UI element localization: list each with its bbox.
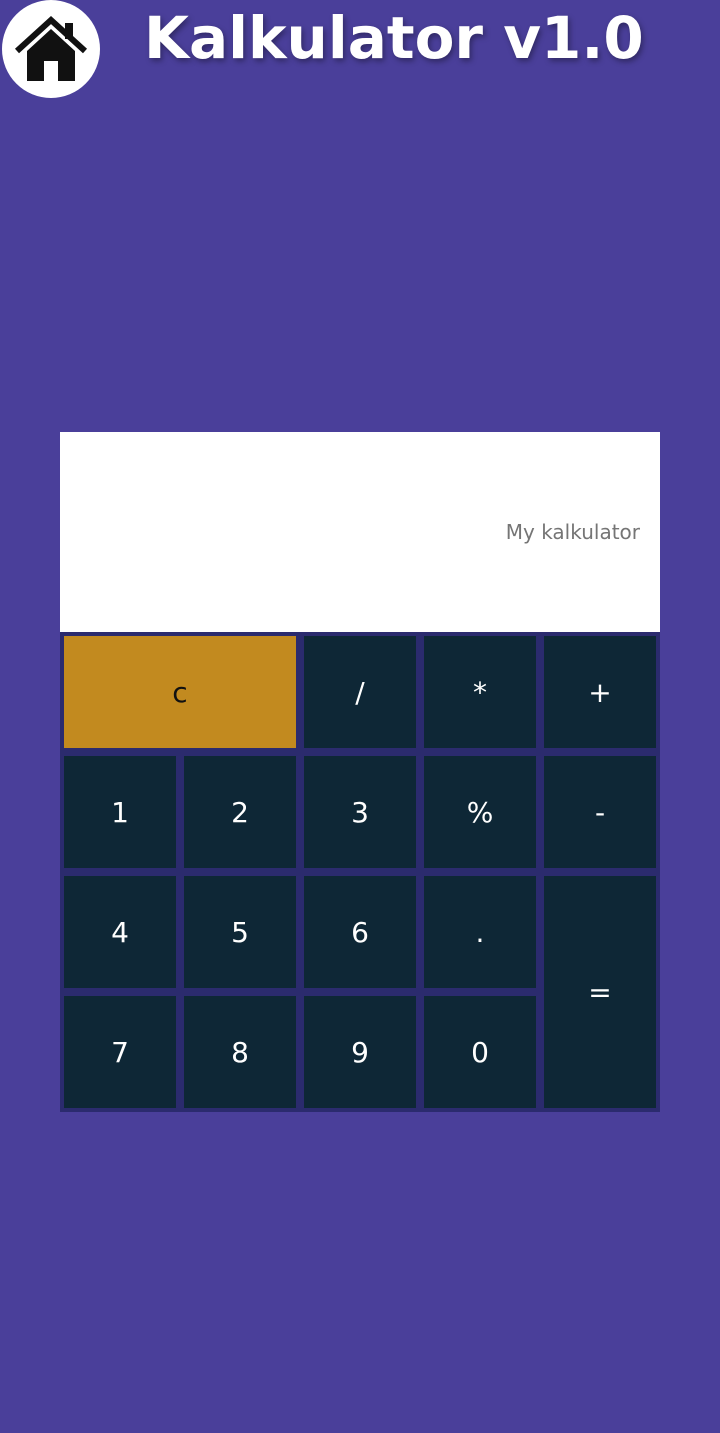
digit-0-button[interactable]: 0 — [424, 996, 536, 1108]
keypad: c / * + 1 2 3 % - 4 5 6 . = 7 8 9 0 — [60, 632, 660, 1112]
calculator-display: My kalkulator — [60, 432, 660, 632]
calculator: My kalkulator c / * + 1 2 3 % - 4 5 6 . … — [60, 432, 660, 1112]
digit-4-button[interactable]: 4 — [64, 876, 176, 988]
digit-6-button[interactable]: 6 — [304, 876, 416, 988]
digit-2-button[interactable]: 2 — [184, 756, 296, 868]
decimal-button[interactable]: . — [424, 876, 536, 988]
home-button[interactable] — [2, 0, 100, 98]
subtract-button[interactable]: - — [544, 756, 656, 868]
digit-9-button[interactable]: 9 — [304, 996, 416, 1108]
divide-button[interactable]: / — [304, 636, 416, 748]
add-button[interactable]: + — [544, 636, 656, 748]
clear-button[interactable]: c — [64, 636, 296, 748]
app-title: Kalkulator v1.0 — [144, 4, 644, 72]
equals-button[interactable]: = — [544, 876, 656, 1108]
digit-7-button[interactable]: 7 — [64, 996, 176, 1108]
digit-3-button[interactable]: 3 — [304, 756, 416, 868]
digit-1-button[interactable]: 1 — [64, 756, 176, 868]
home-icon — [14, 15, 88, 83]
digit-5-button[interactable]: 5 — [184, 876, 296, 988]
multiply-button[interactable]: * — [424, 636, 536, 748]
percent-button[interactable]: % — [424, 756, 536, 868]
digit-8-button[interactable]: 8 — [184, 996, 296, 1108]
display-text: My kalkulator — [505, 520, 640, 544]
